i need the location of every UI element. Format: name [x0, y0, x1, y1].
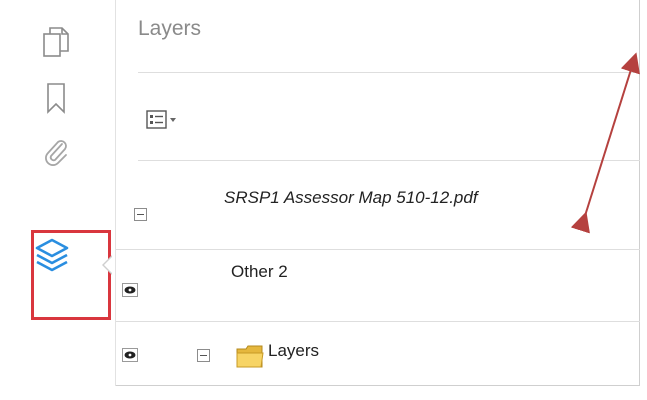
layer-label[interactable]: Other 2	[231, 262, 288, 282]
title-divider	[138, 72, 640, 73]
layers-panel: Layers SRSP1 Assessor Map 510-12.pdf Oth…	[116, 0, 640, 386]
toolbar-divider	[138, 160, 640, 161]
folder-icon	[236, 343, 264, 369]
document-collapse-toggle[interactable]	[134, 208, 147, 221]
attachment-icon[interactable]	[38, 134, 74, 170]
row-divider	[116, 249, 640, 250]
layer-options-icon	[146, 110, 176, 129]
eye-icon	[124, 286, 136, 294]
panel-pointer-inner	[104, 257, 112, 273]
panel-title: Layers	[138, 17, 202, 40]
row-divider	[116, 321, 640, 322]
layer-group-label[interactable]: Layers	[268, 341, 319, 361]
visibility-toggle[interactable]	[122, 283, 138, 297]
layer-options-button[interactable]	[146, 107, 190, 133]
document-label: SRSP1 Assessor Map 510-12.pdf	[224, 188, 478, 207]
layers-icon	[34, 237, 70, 273]
eye-icon	[124, 351, 136, 359]
visibility-toggle[interactable]	[122, 348, 138, 362]
pages-icon[interactable]	[38, 24, 74, 60]
group-collapse-toggle[interactable]	[197, 349, 210, 362]
navigation-rail	[12, 0, 116, 386]
bookmark-icon[interactable]	[38, 80, 74, 116]
